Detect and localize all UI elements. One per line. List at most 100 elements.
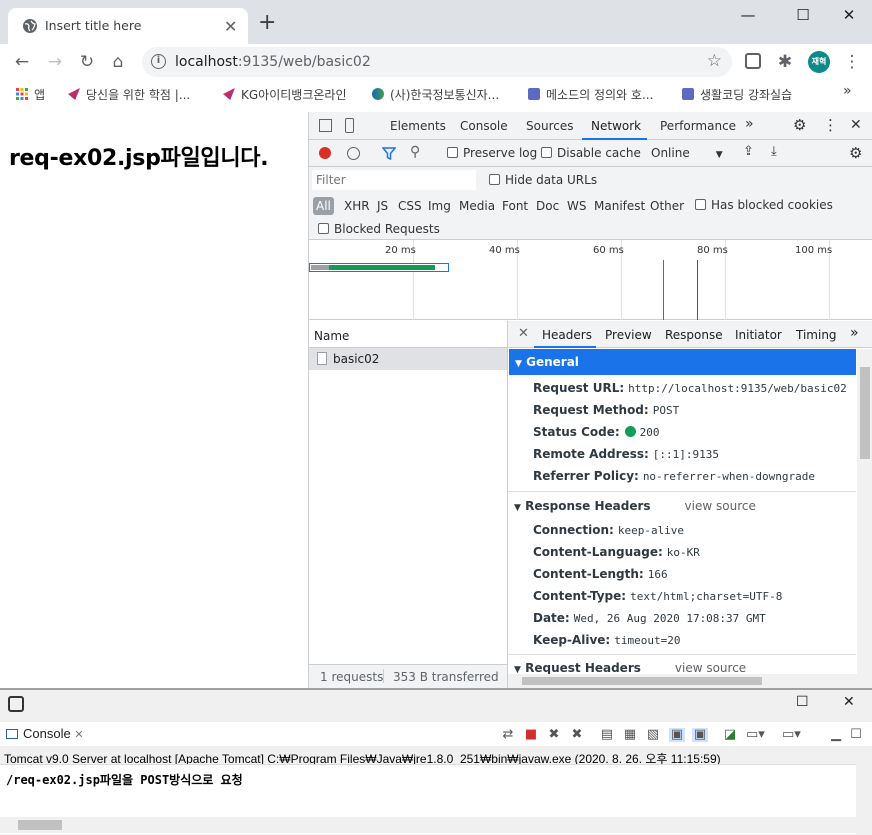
tab-sources[interactable]: Sources	[526, 119, 573, 133]
console-horizontal-scrollbar[interactable]	[0, 817, 856, 833]
device-toolbar-icon[interactable]	[345, 118, 354, 133]
type-filter-js[interactable]: JS	[377, 199, 388, 213]
clear-icon[interactable]	[347, 147, 360, 160]
vertical-scrollbar[interactable]	[857, 349, 872, 674]
network-settings-icon[interactable]: ⚙	[849, 144, 862, 162]
bookmark-apps[interactable]: 앱	[16, 86, 45, 103]
detail-tab-initiator[interactable]: Initiator	[735, 328, 782, 342]
remove-launch-icon[interactable]: ✖	[546, 728, 562, 742]
bookmark-item[interactable]: 생활코딩 강좌실습	[682, 86, 792, 103]
type-filter-other[interactable]: Other	[650, 199, 684, 213]
type-filter-manifest[interactable]: Manifest	[594, 199, 645, 213]
bookmark-star-icon[interactable]: ☆	[707, 51, 722, 71]
more-detail-tabs-icon[interactable]: »	[850, 325, 859, 341]
bookmark-item[interactable]: 메소드의 정의와 호...	[528, 86, 653, 103]
horizontal-scrollbar[interactable]	[508, 674, 872, 688]
more-bookmarks-icon[interactable]: »	[843, 83, 852, 99]
tab-network[interactable]: Network	[591, 119, 641, 133]
record-icon[interactable]	[319, 147, 331, 159]
close-detail-icon[interactable]: ✕	[518, 326, 529, 341]
name-column-header[interactable]: Name	[309, 321, 507, 348]
forward-icon[interactable]: →	[45, 52, 65, 72]
response-headers-section[interactable]: ▼ Response Headers view source	[514, 499, 756, 513]
cast-icon[interactable]	[745, 53, 761, 69]
timeline-bar-download	[329, 265, 435, 270]
type-filter-img[interactable]: Img	[428, 199, 451, 213]
close-button[interactable]: ✕	[843, 694, 855, 710]
detail-tab-preview[interactable]: Preview	[605, 328, 652, 342]
maximize-view-icon[interactable]: ☐	[848, 728, 864, 742]
word-wrap-icon[interactable]: ▧	[645, 728, 661, 742]
extensions-icon[interactable]: ✱	[775, 52, 795, 72]
tab-console[interactable]: Console	[460, 119, 508, 133]
type-filter-media[interactable]: Media	[459, 199, 495, 213]
filter-icon[interactable]	[382, 147, 396, 160]
view-source-link[interactable]: view source	[675, 661, 746, 675]
type-filter-ws[interactable]: WS	[567, 199, 586, 213]
pin-icon[interactable]: ⇄	[500, 728, 516, 742]
home-icon[interactable]: ⌂	[108, 52, 128, 72]
address-bar[interactable]: i localhost:9135/web/basic02 ☆	[142, 47, 732, 77]
type-filter-doc[interactable]: Doc	[536, 199, 559, 213]
close-tab-icon[interactable]: ✕	[224, 17, 237, 36]
pin-console-icon[interactable]: ◪	[722, 728, 738, 742]
bookmark-item[interactable]: 당신을 위한 학점 |...	[68, 86, 190, 103]
restore-button[interactable]: ☐	[796, 694, 809, 710]
view-source-link[interactable]: view source	[685, 499, 756, 513]
detail-tab-response[interactable]: Response	[665, 328, 723, 342]
profile-avatar[interactable]: 재혁	[808, 51, 830, 73]
bookmark-item[interactable]: (사)한국정보통신자...	[372, 86, 499, 103]
more-tabs-icon[interactable]: »	[745, 116, 754, 132]
scrollbar-thumb[interactable]	[18, 820, 62, 830]
search-icon[interactable]: ⚲	[410, 144, 420, 160]
console-vertical-scrollbar[interactable]	[856, 764, 872, 834]
reload-icon[interactable]: ↻	[77, 52, 97, 72]
blocked-requests-toggle[interactable]: Blocked Requests	[318, 222, 440, 236]
general-section-header[interactable]: ▼ General	[509, 349, 856, 375]
type-filter-all[interactable]: All	[313, 197, 334, 215]
scrollbar-thumb[interactable]	[522, 677, 762, 685]
preserve-log-toggle[interactable]: Preserve log	[447, 146, 537, 160]
type-filter-css[interactable]: CSS	[398, 199, 422, 213]
hide-data-urls-toggle[interactable]: Hide data URLs	[489, 173, 597, 187]
type-filter-font[interactable]: Font	[502, 199, 528, 213]
new-tab-button[interactable]: +	[258, 12, 276, 34]
has-blocked-cookies-toggle[interactable]: Has blocked cookies	[695, 198, 833, 212]
minimize-button[interactable]: —	[733, 6, 763, 28]
kebab-menu-icon[interactable]: ⋮	[823, 116, 838, 134]
bookmark-item[interactable]: KG아이티뱅크온라인	[223, 86, 347, 103]
tab-elements[interactable]: Elements	[390, 119, 446, 133]
maximize-button[interactable]: ☐	[788, 6, 818, 28]
minimize-view-icon[interactable]: ▁	[828, 728, 844, 742]
settings-gear-icon[interactable]: ⚙	[793, 116, 806, 134]
tab-performance[interactable]: Performance	[660, 119, 736, 133]
filter-input[interactable]	[312, 170, 476, 190]
request-headers-section[interactable]: ▼ Request Headers view source	[514, 661, 746, 675]
site-info-icon[interactable]: i	[151, 54, 166, 69]
console-tab[interactable]: Console ✕	[6, 726, 84, 741]
browser-tab[interactable]: Insert title here ✕	[8, 8, 248, 44]
import-har-icon[interactable]: ⇪	[743, 144, 754, 159]
display-console-icon[interactable]: ▭▾	[746, 728, 765, 742]
remove-all-icon[interactable]: ✖	[569, 728, 585, 742]
request-row[interactable]: basic02	[309, 348, 507, 370]
back-icon[interactable]: ←	[12, 52, 32, 72]
close-devtools-icon[interactable]: ✕	[850, 117, 862, 133]
menu-icon[interactable]: ⋮	[842, 52, 862, 72]
throttle-select[interactable]: Online ▼	[651, 146, 723, 160]
export-har-icon[interactable]: ⤓	[771, 144, 777, 159]
close-window-button[interactable]: ✕	[834, 6, 864, 28]
detail-tab-headers[interactable]: Headers	[542, 328, 592, 342]
eclipse-app-icon	[8, 696, 24, 712]
scroll-lock-icon[interactable]: ▦	[622, 728, 638, 742]
scrollbar-thumb[interactable]	[860, 367, 870, 459]
show-stderr-icon[interactable]: ▣	[692, 728, 708, 742]
clear-console-icon[interactable]: ▤	[599, 728, 615, 742]
disable-cache-toggle[interactable]: Disable cache	[541, 146, 641, 160]
detail-tab-timing[interactable]: Timing	[796, 328, 837, 342]
terminate-icon[interactable]: ■	[523, 728, 539, 742]
show-stdout-icon[interactable]: ▣	[669, 728, 685, 742]
type-filter-xhr[interactable]: XHR	[344, 199, 370, 213]
open-console-icon[interactable]: ▭▾	[782, 728, 801, 742]
inspect-icon[interactable]	[319, 119, 332, 132]
